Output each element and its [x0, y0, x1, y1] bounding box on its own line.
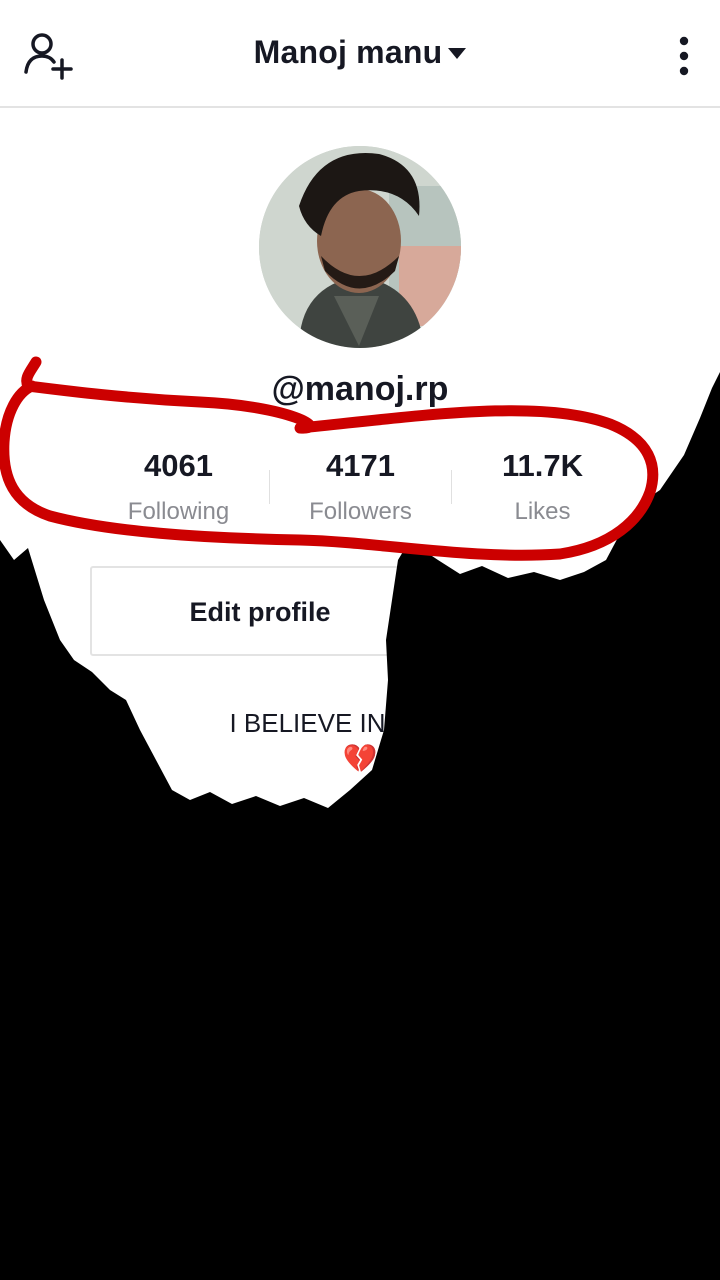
avatar[interactable]	[259, 146, 461, 348]
bio-text: I BELIEVE IN THE MA	[229, 708, 491, 738]
stat-value: 4061	[144, 448, 213, 483]
stat-value: 11.7K	[501, 448, 583, 483]
profile-stats: 4061 Following 4171 Followers 11.7K Like…	[88, 448, 632, 528]
account-switcher[interactable]: Manoj manu	[0, 34, 720, 71]
page-title: Manoj manu	[253, 34, 443, 70]
top-bar: Manoj manu	[0, 0, 720, 108]
stat-following[interactable]: 4061 Following	[88, 448, 269, 526]
broken-heart-emoji: 💔	[342, 743, 378, 774]
stat-followers[interactable]: 4171 Followers	[270, 448, 451, 526]
stat-label: Likes	[514, 498, 571, 525]
stat-label: Following	[127, 498, 230, 525]
stat-label: Followers	[309, 498, 412, 525]
stat-value: 4171	[326, 448, 395, 483]
username-handle: @manoj.rp	[271, 370, 449, 408]
more-vertical-icon[interactable]	[674, 36, 694, 78]
chevron-down-icon	[448, 48, 467, 59]
edit-profile-button[interactable]: Edit profile	[90, 566, 430, 656]
profile-screen: Manoj manu @manoj.rp 4061 Following 4171…	[0, 0, 720, 1280]
stat-likes[interactable]: 11.7K Likes	[452, 448, 633, 526]
